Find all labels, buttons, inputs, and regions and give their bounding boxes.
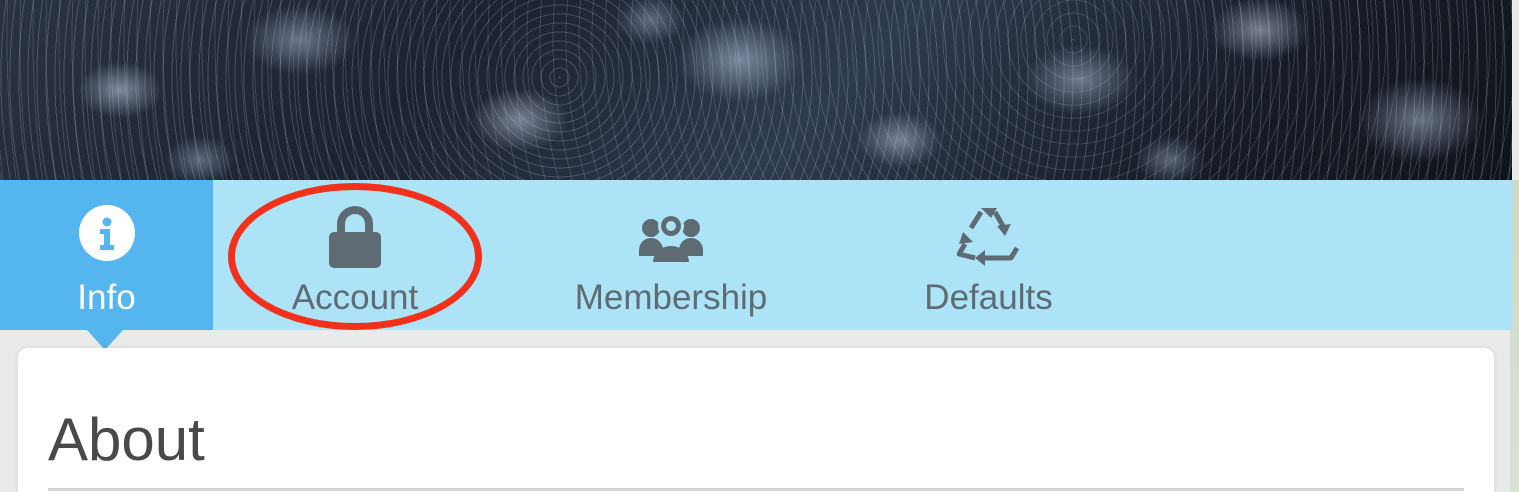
tab-membership[interactable]: Membership — [555, 180, 787, 330]
info-icon — [78, 204, 136, 267]
tab-account-label: Account — [291, 278, 419, 317]
group-icon — [639, 204, 703, 271]
tab-info[interactable]: Info — [0, 180, 213, 330]
tab-defaults[interactable]: Defaults — [905, 180, 1072, 330]
lock-icon — [327, 204, 383, 275]
content-card: About — [18, 348, 1494, 492]
section-divider — [48, 488, 1464, 491]
tab-account[interactable]: Account — [245, 180, 465, 330]
section-title: About — [48, 406, 205, 473]
tab-defaults-label: Defaults — [924, 278, 1053, 317]
banner-image — [0, 0, 1512, 180]
tab-membership-label: Membership — [574, 278, 768, 317]
page: Info Account Membership Defaults About — [0, 0, 1519, 492]
recycle-icon — [956, 204, 1021, 271]
tab-info-label: Info — [77, 278, 136, 317]
active-tab-pointer — [87, 330, 123, 350]
tab-bar: Info Account Membership Defaults — [0, 180, 1512, 330]
